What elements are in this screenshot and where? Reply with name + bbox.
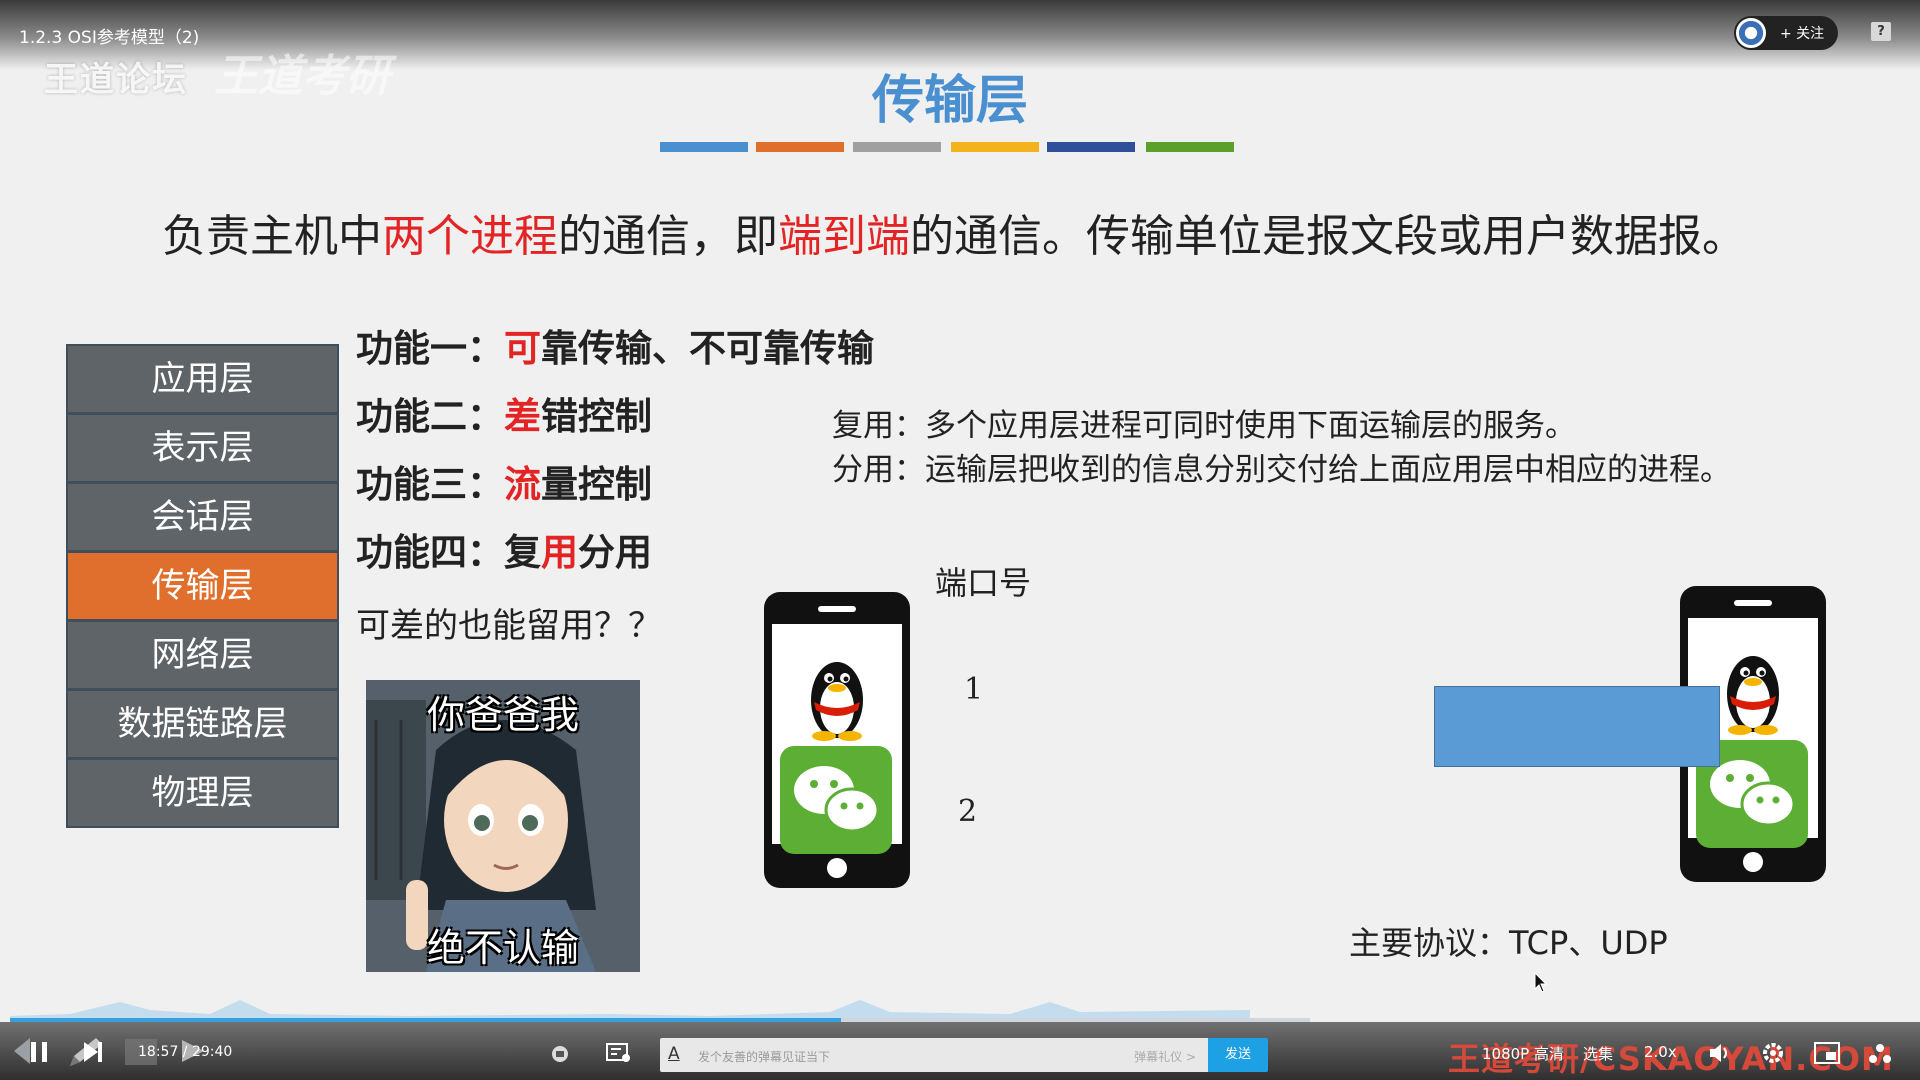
function-text: 分用: [578, 530, 652, 574]
danmaku-etiquette-link[interactable]: 弹幕礼仪 >: [1134, 1048, 1196, 1065]
function-text: 靠传输、不可靠传输: [541, 326, 874, 370]
desc-text: 的通信。传输单位是报文段或用户数据报。: [910, 211, 1746, 262]
function-highlight: 流: [504, 462, 541, 506]
pause-icon[interactable]: [28, 1040, 50, 1064]
function-2: 功能二：差错控制: [356, 386, 652, 440]
send-button[interactable]: 发送: [1208, 1038, 1268, 1072]
color-bar: [853, 142, 941, 152]
function-3: 功能三：流量控制: [356, 454, 652, 508]
color-bar: [1047, 142, 1135, 152]
desc-text: 的通信，即: [558, 211, 778, 262]
danmaku-style-icon[interactable]: A: [668, 1044, 680, 1064]
quality-selector[interactable]: 1080P 高清: [1482, 1043, 1564, 1064]
function-label: 功能四：: [356, 530, 504, 574]
function-highlight: 可: [504, 326, 541, 370]
episodes-button[interactable]: 选集: [1583, 1043, 1613, 1064]
function-label: 功能一：: [356, 326, 504, 370]
danmaku-toggle-icon[interactable]: [550, 1044, 570, 1064]
port-1: 1: [964, 672, 984, 707]
settings-gear-icon[interactable]: [1760, 1040, 1786, 1066]
layer-description: 负责主机中两个进程的通信，即端到端的通信。传输单位是报文段或用户数据报。: [162, 200, 1746, 264]
function-text: 错控制: [541, 394, 652, 438]
function-text: 量控制: [541, 462, 652, 506]
osi-layer-stack: 应用层 表示层 会话层 传输层 网络层 数据链路层 物理层: [66, 344, 339, 828]
port-number-label: 端口号: [935, 564, 1032, 602]
layer-presentation: 表示层: [68, 415, 337, 481]
wangdao-logo: 王道论坛: [44, 60, 188, 100]
protocol-text: 主要协议：TCP、UDP: [1349, 924, 1668, 962]
video-title: 1.2.3 OSI参考模型（2): [19, 28, 200, 48]
color-bar: [660, 142, 748, 152]
pip-icon[interactable]: [1814, 1042, 1840, 1064]
desc-text: 负责主机中: [162, 211, 382, 262]
function-label: 功能三：: [356, 462, 504, 506]
follow-label: + 关注: [1780, 26, 1825, 42]
meme-image: 你爸爸我 绝不认输: [366, 680, 640, 972]
question-text: 可差的也能留用？？: [356, 606, 662, 646]
follow-button[interactable]: + 关注: [1734, 16, 1838, 50]
layer-network: 网络层: [68, 622, 337, 688]
layer-application: 应用层: [68, 346, 337, 412]
layer-transport: 传输层: [68, 553, 337, 619]
fullscreen-icon[interactable]: [1866, 1040, 1894, 1066]
function-text: 复: [504, 530, 541, 574]
next-icon[interactable]: [82, 1040, 104, 1064]
port-2: 2: [958, 794, 978, 829]
wangdao-logo-secondary: 王道考研: [214, 51, 390, 102]
layer-session: 会话层: [68, 484, 337, 550]
layer-data-link: 数据链路层: [68, 691, 337, 757]
function-label: 功能二：: [356, 394, 504, 438]
function-4: 功能四：复用分用: [356, 522, 652, 576]
mux-demux-text: 复用：多个应用层进程可同时使用下面运输层的服务。 分用：运输层把收到的信息分别交…: [832, 404, 1731, 492]
color-bar: [756, 142, 844, 152]
color-bar: [951, 142, 1039, 152]
uploader-avatar[interactable]: [1736, 18, 1766, 48]
time-display: 18:57 / 29:40: [138, 1044, 233, 1060]
function-highlight: 差: [504, 394, 541, 438]
mouse-cursor-icon: [1534, 972, 1548, 993]
volume-icon[interactable]: [1708, 1042, 1732, 1064]
danmaku-input[interactable]: A 发个友善的弹幕见证当下 弹幕礼仪 >: [660, 1038, 1208, 1072]
desc-highlight: 端到端: [778, 211, 910, 262]
danmaku-settings-icon[interactable]: [606, 1042, 632, 1064]
danmaku-placeholder: 发个友善的弹幕见证当下: [698, 1050, 831, 1064]
help-icon[interactable]: ?: [1871, 22, 1891, 41]
wechat-icon: [780, 746, 892, 854]
slide: 传输层 负责主机中两个进程的通信，即端到端的通信。传输单位是报文段或用户数据报。…: [0, 0, 1920, 1005]
phone-left-icon: [764, 592, 910, 888]
speed-selector[interactable]: 2.0x: [1644, 1043, 1677, 1061]
demultiplexing-text: 分用：运输层把收到的信息分别交付给上面应用层中相应的进程。: [832, 452, 1731, 488]
layer-physical: 物理层: [68, 760, 337, 826]
meme-caption-top: 你爸爸我: [426, 693, 579, 737]
color-bar: [1146, 142, 1234, 152]
function-1: 功能一：可靠传输、不可靠传输: [356, 318, 874, 372]
function-highlight: 用: [541, 530, 578, 574]
transport-segment-box: [1434, 686, 1720, 767]
desc-highlight: 两个进程: [382, 211, 558, 262]
multiplexing-text: 复用：多个应用层进程可同时使用下面运输层的服务。: [832, 408, 1576, 444]
meme-caption-bottom: 绝不认输: [426, 926, 579, 970]
progress-heatmap: [10, 1000, 1250, 1020]
